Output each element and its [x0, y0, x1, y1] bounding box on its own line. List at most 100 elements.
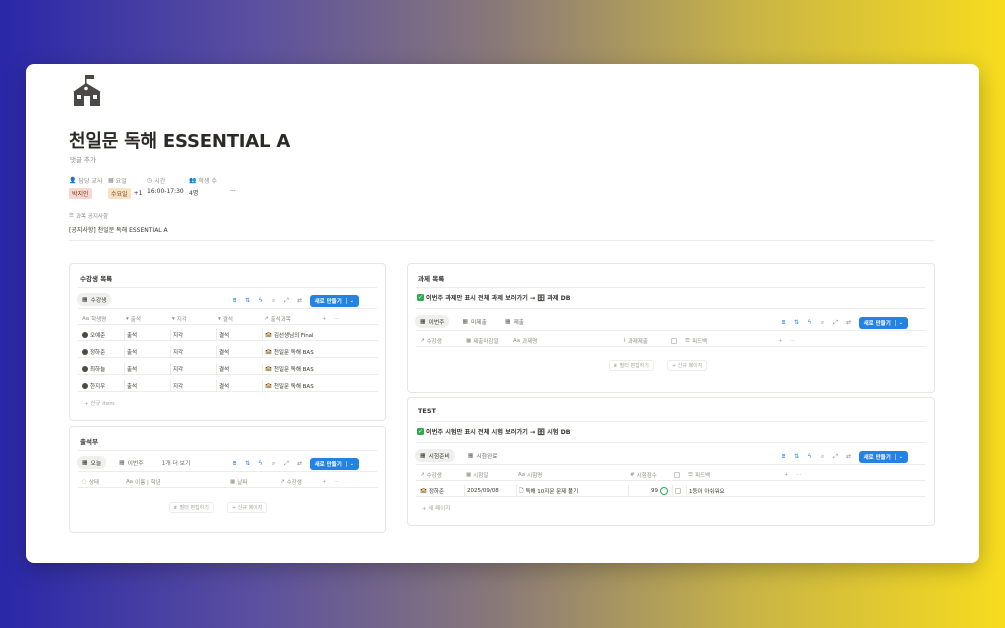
- column-header[interactable]: ↗ 수강생: [278, 476, 318, 488]
- column-header[interactable]: # 시험점수: [628, 469, 672, 481]
- chevron-down-icon[interactable]: ⌄: [894, 454, 903, 460]
- document-icon: 🗋: [519, 487, 524, 494]
- add-column-icon[interactable]: +: [776, 335, 786, 347]
- tab-test-ready[interactable]: ▦ 시험준비: [415, 449, 455, 462]
- settings-icon[interactable]: ⇄: [297, 298, 303, 304]
- column-header[interactable]: Aa 시험명: [516, 469, 628, 481]
- search-icon[interactable]: ⌕: [820, 320, 826, 326]
- sort-icon[interactable]: ⇅: [794, 320, 800, 326]
- lightning-icon[interactable]: ϟ: [807, 454, 813, 460]
- more-icon[interactable]: ···: [794, 469, 806, 481]
- tab-today[interactable]: ▦ 오늘: [77, 456, 107, 469]
- filter-icon[interactable]: ⩩: [781, 454, 787, 460]
- new-button[interactable]: 새로 만들기 ⌄: [309, 458, 359, 470]
- tab-test-done[interactable]: ▦ 시험완료: [463, 449, 503, 462]
- add-item-button[interactable]: + 신규 item: [84, 399, 115, 407]
- new-page-button[interactable]: + 새 페이지: [422, 504, 450, 512]
- column-header[interactable]: ▾ 출석: [124, 313, 170, 325]
- column-header[interactable]: ☰ 피드백: [672, 469, 772, 481]
- school-icon[interactable]: [71, 74, 103, 108]
- filter-edit-button[interactable]: ⩩ 필터 편집하기: [609, 360, 654, 371]
- settings-icon[interactable]: ⇄: [846, 454, 852, 460]
- add-comment-button[interactable]: 댓글 추가: [70, 154, 96, 164]
- column-header[interactable]: ☰ 피드백: [669, 335, 769, 347]
- tab-this-week[interactable]: ▦ 이번주: [114, 456, 148, 469]
- column-header[interactable]: ▾ 지각: [170, 313, 216, 325]
- attendance-toolbar: ⩩ ⇅ ϟ ⌕ ⤢ ⇄ 새로 만들기 ⌄: [232, 458, 359, 470]
- chevron-down-icon[interactable]: ⌄: [345, 298, 354, 304]
- sort-icon[interactable]: ⇅: [245, 461, 251, 467]
- property-time[interactable]: ◷ 시간 16:00-17:30: [147, 176, 184, 195]
- sort-icon[interactable]: ⇅: [245, 298, 251, 304]
- settings-icon[interactable]: ⇄: [297, 461, 303, 467]
- school-icon: 🏫: [265, 349, 272, 355]
- filter-icon[interactable]: ⩩: [232, 298, 238, 304]
- column-header[interactable]: Aa 과제명: [511, 335, 621, 347]
- column-header[interactable]: ▦ 제출마감일: [464, 335, 510, 347]
- column-header[interactable]: Aa 이름 | 학년: [124, 476, 228, 488]
- checkbox[interactable]: [675, 488, 681, 494]
- expand-icon[interactable]: ⤢: [284, 461, 290, 467]
- table-row[interactable]: 🏫 정하준 2025/09/08 🗋 독해 10지문 문제 풀기 99 1등이 아쉬…: [416, 485, 926, 497]
- lightning-icon[interactable]: ϟ: [807, 320, 813, 326]
- more-properties-button[interactable]: ···: [230, 188, 236, 195]
- column-header[interactable]: ▦ 날짜: [228, 476, 278, 488]
- table-row[interactable]: 최하늘 출석 지각 결석 🏫 천일문 독해 BAS: [78, 363, 378, 375]
- new-button[interactable]: 새로 만들기 ⌄: [858, 451, 908, 463]
- new-button[interactable]: 새로 만들기 ⌄: [309, 295, 359, 307]
- add-column-icon[interactable]: +: [320, 313, 330, 325]
- more-icon[interactable]: ···: [788, 335, 800, 347]
- student-count-value: 4명: [189, 190, 199, 197]
- column-header[interactable]: ⌇ 과제제출: [621, 335, 669, 347]
- add-column-icon[interactable]: +: [320, 476, 330, 488]
- tab-more-views[interactable]: 1개 더 보기: [157, 456, 196, 469]
- search-icon[interactable]: ⌕: [271, 461, 277, 467]
- settings-icon[interactable]: ⇄: [846, 320, 852, 326]
- more-icon[interactable]: ···: [332, 313, 344, 325]
- page-title[interactable]: 천일문 독해 ESSENTIAL A: [69, 127, 290, 153]
- relation-arrow-icon: ↗: [420, 472, 425, 478]
- assignment-db-link[interactable]: 과제 DB: [547, 293, 570, 302]
- tab-submitted[interactable]: ▦ 제출: [500, 315, 529, 328]
- notice-value[interactable]: [공지사항] 천일문 독해 ESSENTIAL A: [69, 225, 168, 234]
- column-header[interactable]: ◌ 상태: [80, 476, 124, 488]
- column-header[interactable]: ▾ 결석: [216, 313, 262, 325]
- tab-students[interactable]: ▦ 수강생: [77, 293, 112, 306]
- filter-edit-button[interactable]: ⩩ 필터 편집하기: [169, 502, 214, 513]
- table-row[interactable]: 한지우 출석 지각 결석 🏫 천일문 독해 BAS: [78, 380, 378, 392]
- new-button[interactable]: 새로 만들기 ⌄: [858, 317, 908, 329]
- sort-icon[interactable]: ⇅: [794, 454, 800, 460]
- property-teacher[interactable]: 👤 담당 교사 박지인: [69, 176, 102, 199]
- column-header[interactable]: ↗ 수강생: [418, 335, 464, 347]
- tab-not-submitted[interactable]: ▦ 미제출: [457, 315, 491, 328]
- day-extra-count: +1: [133, 190, 143, 197]
- column-header[interactable]: ↗ 출석과목: [262, 313, 316, 325]
- new-page-button[interactable]: + 신규 페이지: [667, 360, 708, 371]
- add-column-icon[interactable]: +: [782, 469, 792, 481]
- lightning-icon[interactable]: ϟ: [258, 298, 264, 304]
- column-header[interactable]: ▦ 시험일: [464, 469, 516, 481]
- new-page-button[interactable]: + 신규 페이지: [227, 502, 268, 513]
- filter-icon[interactable]: ⩩: [232, 461, 238, 467]
- chevron-down-icon[interactable]: ⌄: [894, 320, 903, 326]
- search-icon[interactable]: ⌕: [271, 298, 277, 304]
- table-row[interactable]: 오예준 출석 지각 결석 🏫 김선생님의 Final: [78, 329, 378, 341]
- column-header[interactable]: ↗ 수강생: [418, 469, 464, 481]
- expand-icon[interactable]: ⤢: [284, 298, 290, 304]
- expand-icon[interactable]: ⤢: [833, 454, 839, 460]
- table-row[interactable]: 정하준 출석 지각 결석 🏫 천일문 독해 BAS: [78, 346, 378, 358]
- property-student-count[interactable]: 👥 학생 수 4명: [189, 176, 217, 197]
- tab-this-week[interactable]: ▦ 이번주: [415, 315, 450, 328]
- search-icon[interactable]: ⌕: [820, 454, 826, 460]
- property-day[interactable]: ▦ 요일 수요일 +1: [108, 176, 142, 199]
- text-lines-icon: ☰: [69, 213, 74, 219]
- expand-icon[interactable]: ⤢: [833, 320, 839, 326]
- more-icon[interactable]: ···: [332, 476, 344, 488]
- panel-divider: [416, 442, 926, 443]
- filter-icon[interactable]: ⩩: [781, 320, 787, 326]
- column-header[interactable]: Aa 학생명: [80, 313, 124, 325]
- lightning-icon[interactable]: ϟ: [258, 461, 264, 467]
- chevron-down-icon[interactable]: ⌄: [345, 461, 354, 467]
- students-panel-title: 수강생 목록: [80, 275, 113, 283]
- test-db-link[interactable]: 시험 DB: [547, 427, 570, 436]
